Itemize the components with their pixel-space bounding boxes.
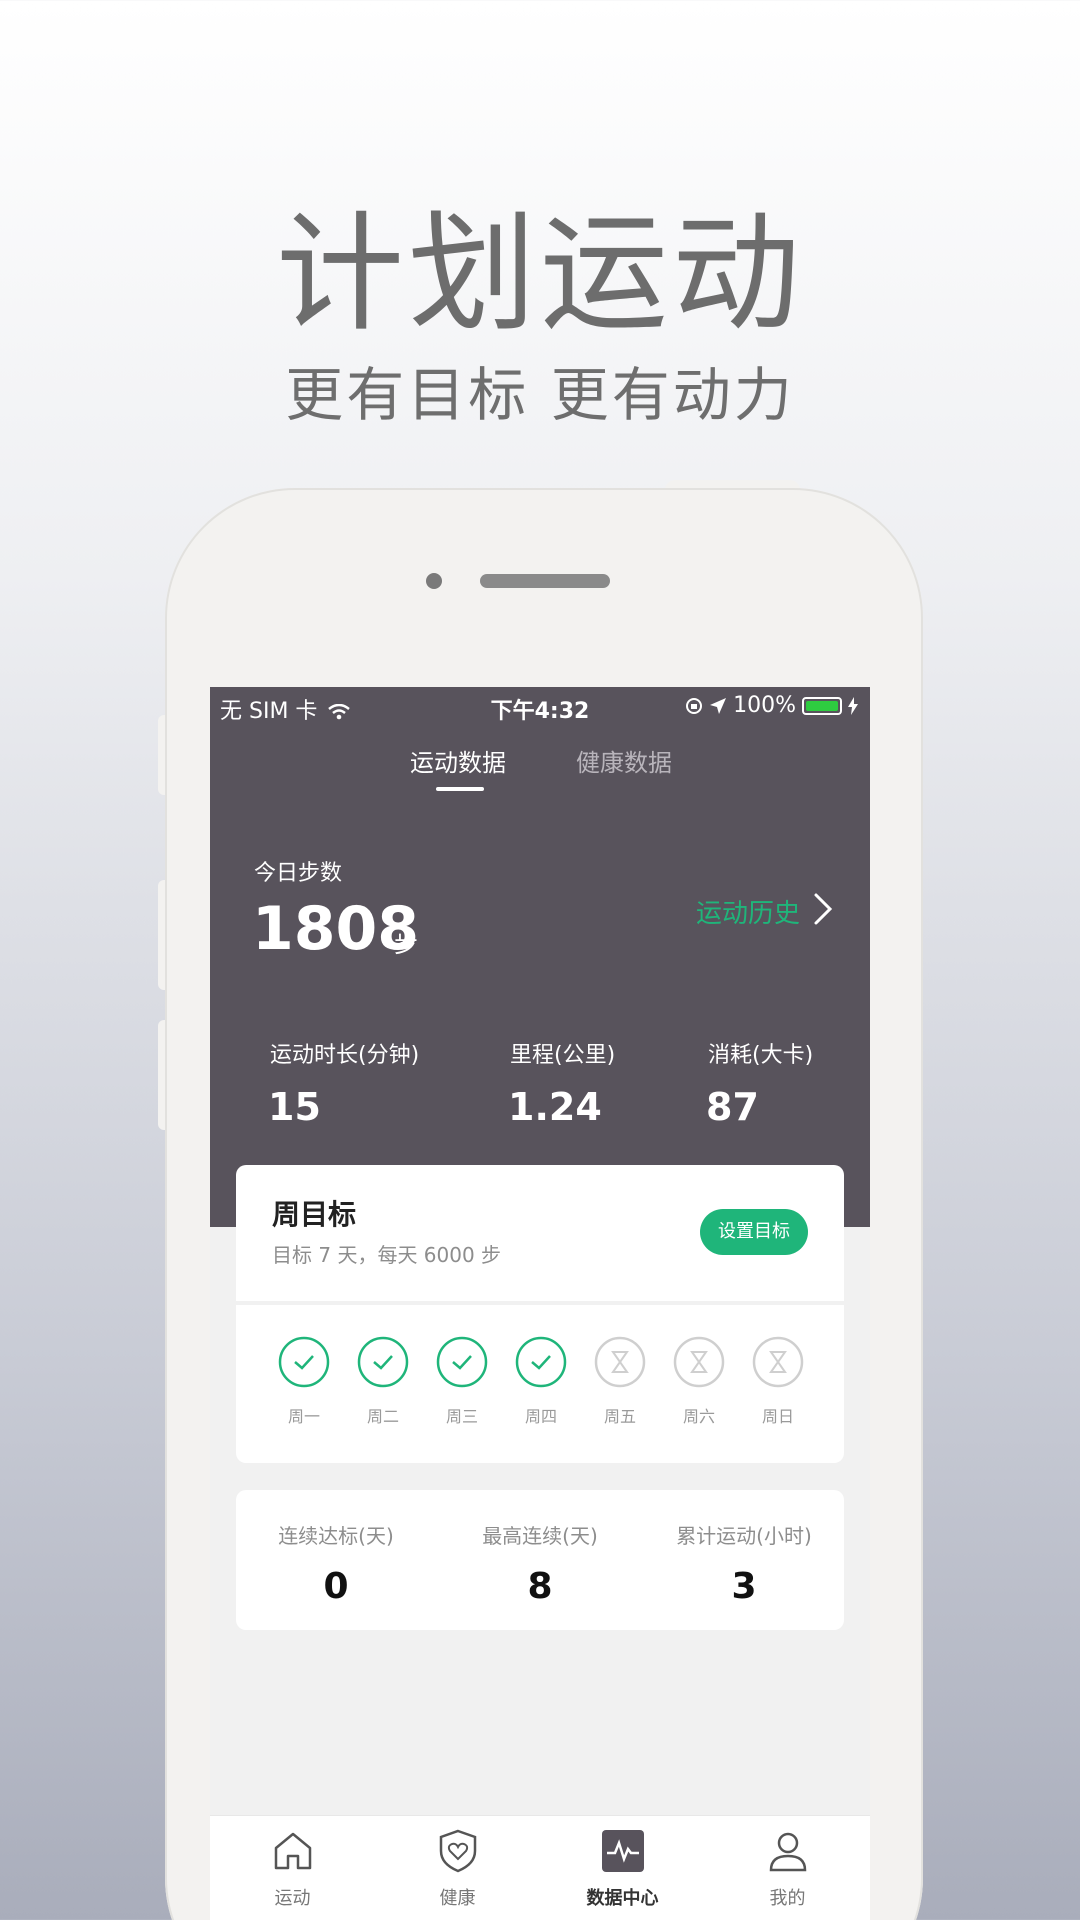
day-label: 周三: [445, 1407, 478, 1426]
metric-duration-value: 15: [268, 1085, 321, 1129]
tab-sport-data[interactable]: 运动数据: [410, 743, 506, 778]
status-bar: 无 SIM 卡 下午4:32 100%: [210, 687, 870, 724]
day-item-sun: 周日: [750, 1335, 806, 1427]
active-tab-indicator: [436, 787, 484, 791]
day-item-thu: 周四: [513, 1335, 569, 1427]
weekly-days-card: 周一 周二 周三 周四 周五 周六 周日: [236, 1305, 844, 1463]
hourglass-icon: [673, 1336, 725, 1388]
check-circle-icon: [436, 1336, 488, 1388]
check-circle-icon: [357, 1336, 409, 1388]
tabbar-item-data-center[interactable]: 数据中心: [540, 1816, 705, 1920]
stat-streak-value: 0: [323, 1566, 349, 1607]
charging-icon: [848, 696, 858, 715]
stat-best-streak-label: 最高连续(天): [482, 1524, 598, 1548]
stat-total-hours-value: 3: [731, 1566, 757, 1607]
shield-heart-icon: [439, 1829, 476, 1873]
battery-icon: [802, 696, 842, 715]
tabbar-item-mine[interactable]: 我的: [705, 1816, 870, 1920]
stat-total-hours-label: 累计运动(小时): [676, 1524, 812, 1548]
tabbar-item-sport[interactable]: 运动: [210, 1816, 375, 1920]
weekly-goal-subtitle: 目标 7 天，每天 6000 步: [272, 1243, 502, 1267]
day-item-sat: 周六: [671, 1335, 727, 1427]
pulse-icon: [601, 1830, 644, 1872]
today-steps-label: 今日步数: [254, 861, 343, 886]
rotation-lock-icon: [686, 697, 703, 714]
day-item-mon: 周一: [276, 1335, 332, 1427]
user-icon: [769, 1832, 806, 1872]
tabbar-item-health[interactable]: 健康: [375, 1816, 540, 1920]
day-label: 周日: [761, 1407, 794, 1426]
weekly-goal-card: 周目标 目标 7 天，每天 6000 步 设置目标: [236, 1165, 844, 1301]
metric-distance-label: 里程(公里): [510, 1043, 616, 1068]
chevron-right-icon[interactable]: [810, 891, 838, 927]
stat-streak-label: 连续达标(天): [278, 1524, 394, 1548]
promo-subheadline: 更有目标 更有动力: [285, 361, 795, 429]
hourglass-icon: [594, 1336, 646, 1388]
battery-percent: 100%: [733, 693, 796, 718]
metric-calories-value: 87: [706, 1085, 759, 1129]
front-camera: [426, 573, 442, 589]
cumulative-stats-card: 连续达标(天) 0 最高连续(天) 8 累计运动(小时) 3: [236, 1490, 844, 1630]
day-label: 周五: [603, 1407, 636, 1426]
bottom-tab-bar: 运动 健康 数据中心 我的: [210, 1815, 870, 1920]
day-item-wed: 周三: [434, 1335, 490, 1427]
tabbar-label: 数据中心: [586, 1888, 659, 1909]
day-label: 周六: [682, 1407, 715, 1426]
metric-duration-label: 运动时长(分钟): [270, 1043, 420, 1068]
day-item-fri: 周五: [592, 1335, 648, 1427]
promo-headline: 计划运动: [275, 200, 804, 349]
app-screen: 无 SIM 卡 下午4:32 100% 运动数据 健康数据 今日步数 1808 …: [210, 687, 870, 1920]
tabbar-label: 运动: [274, 1888, 311, 1909]
check-circle-icon: [515, 1336, 567, 1388]
day-label: 周一: [287, 1407, 320, 1426]
tabbar-label: 健康: [439, 1888, 476, 1909]
metric-calories-label: 消耗(大卡): [708, 1043, 814, 1068]
sport-history-link[interactable]: 运动历史: [696, 893, 800, 930]
home-icon: [274, 1832, 311, 1870]
stat-best-streak-value: 8: [527, 1566, 553, 1607]
day-label: 周四: [524, 1407, 557, 1426]
tabbar-label: 我的: [769, 1888, 806, 1909]
location-icon: [710, 697, 727, 714]
weekly-goal-title: 周目标: [272, 1198, 357, 1231]
hourglass-icon: [752, 1336, 804, 1388]
metric-distance-value: 1.24: [508, 1085, 602, 1129]
today-steps-unit: 步: [394, 930, 418, 958]
top-tabs: 运动数据 健康数据: [210, 743, 870, 793]
tab-health-data[interactable]: 健康数据: [576, 743, 672, 778]
status-right: 100%: [685, 693, 858, 718]
day-item-tue: 周二: [355, 1335, 411, 1427]
check-circle-icon: [278, 1336, 330, 1388]
earpiece-speaker: [480, 574, 610, 588]
day-label: 周二: [366, 1407, 399, 1426]
set-goal-button[interactable]: 设置目标: [700, 1209, 808, 1255]
